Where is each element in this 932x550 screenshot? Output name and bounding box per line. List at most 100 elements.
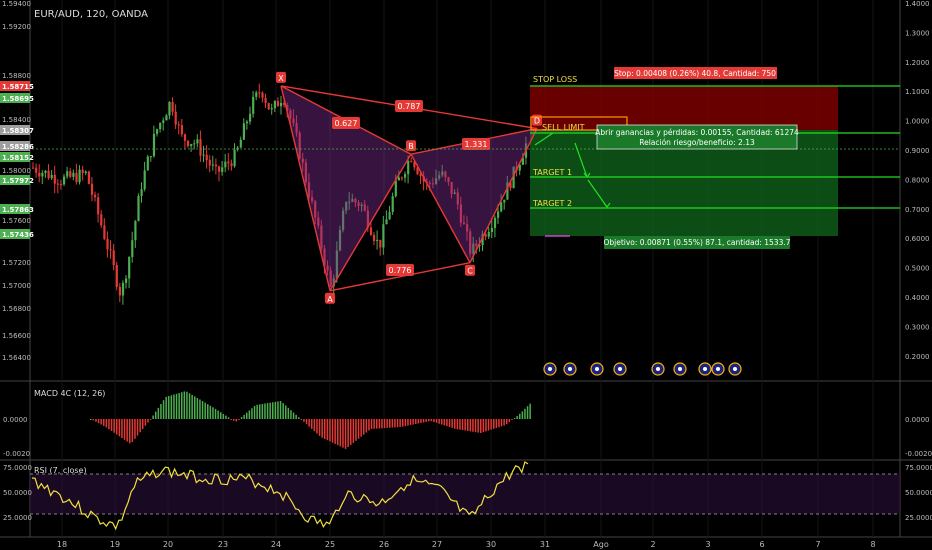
pattern-ratio-label: 0.627 — [335, 119, 358, 128]
macd-bar — [175, 393, 178, 419]
price-tag-label: 1.58286 — [2, 143, 34, 151]
macd-bar — [300, 419, 303, 420]
macd-bar — [261, 403, 264, 419]
macd-bar — [188, 393, 191, 419]
pnl-info-box: Abrir ganancias y pérdidas: 0.00155, Can… — [595, 124, 799, 150]
price-tag: 1.57436 — [0, 229, 34, 239]
right-tick-label: 1.0000 — [905, 118, 930, 126]
price-tag: 1.58695 — [0, 93, 34, 103]
macd-bar — [357, 419, 360, 439]
macd-bar — [503, 419, 505, 426]
macd-bar — [370, 419, 373, 429]
macd-bar — [303, 419, 305, 422]
price-tag: 1.57972 — [0, 175, 34, 185]
time-tick-label: 7 — [815, 540, 820, 549]
trading-chart[interactable]: X A B C D 0.627 0.787 1.331 0.776 STOP LOSS SELL … — [0, 0, 932, 550]
pattern-point-x[interactable]: X — [276, 71, 286, 83]
pattern-point-a[interactable]: A — [325, 292, 335, 304]
macd-bar — [376, 419, 378, 429]
event-flag-icon[interactable] — [711, 362, 725, 376]
macd-bar — [264, 403, 266, 419]
macd-bar — [467, 419, 469, 431]
event-flag-icon[interactable] — [673, 362, 687, 376]
event-flag-icon[interactable] — [563, 362, 577, 376]
macd-tick: -0.0020 — [3, 450, 30, 458]
left-tick-label: 1.57600 — [2, 217, 31, 225]
macd-bar — [498, 419, 500, 428]
time-tick-label: 18 — [57, 540, 67, 549]
time-tick-label: 26 — [379, 540, 389, 549]
macd-bar — [464, 419, 466, 431]
time-tick-label: 27 — [432, 540, 442, 549]
macd-bar — [485, 419, 487, 432]
macd-bar — [383, 419, 386, 429]
macd-bar — [178, 392, 180, 419]
macd-bar — [373, 419, 375, 429]
macd-bar — [168, 396, 170, 419]
event-flag-icon[interactable] — [698, 362, 712, 376]
price-tag-label: 1.57436 — [2, 231, 34, 239]
event-flag-icon[interactable] — [651, 362, 665, 376]
macd-label: MACD 4C (12, 26) — [34, 389, 105, 398]
macd-bar — [149, 419, 152, 420]
price-tag: 1.58286 — [0, 141, 34, 151]
macd-bar — [212, 407, 214, 419]
right-tick-label: 1.2000 — [905, 59, 930, 67]
price-tag-label: 1.57863 — [2, 206, 34, 214]
macd-bar — [500, 419, 503, 427]
macd-bar — [220, 412, 222, 419]
left-tick-label: 1.56400 — [2, 354, 31, 362]
macd-bar — [433, 419, 435, 423]
macd-bar — [131, 419, 134, 442]
time-tick-label: 2 — [650, 540, 655, 549]
macd-bar — [230, 419, 232, 420]
macd-bar — [116, 419, 118, 435]
macd-bar — [123, 419, 126, 440]
macd-bar — [90, 419, 92, 420]
macd-bar — [227, 417, 230, 419]
event-flag-icon[interactable] — [613, 362, 627, 376]
macd-bar — [274, 401, 277, 419]
macd-bar — [152, 415, 154, 419]
right-tick-label: 0.3000 — [905, 323, 930, 331]
pattern-point-b[interactable]: B — [406, 140, 416, 152]
macd-bar — [511, 419, 513, 421]
pattern-point-d[interactable]: D — [532, 114, 542, 126]
macd-bar — [272, 402, 274, 419]
macd-bar — [529, 403, 531, 419]
macd-bar — [155, 411, 157, 419]
macd-bar — [506, 419, 508, 425]
macd-bar — [394, 419, 396, 428]
macd-bar — [477, 419, 479, 433]
macd-bar — [415, 419, 417, 424]
candle — [115, 261, 118, 291]
macd-bar — [251, 408, 253, 419]
macd-bar — [469, 419, 472, 432]
macd-bar — [521, 411, 524, 419]
right-tick-label: 0.9000 — [905, 147, 930, 155]
macd-bar — [292, 412, 295, 419]
macd-bar — [165, 396, 167, 419]
left-tick-label: 1.59400 — [2, 0, 31, 8]
macd-bar — [97, 419, 100, 424]
event-flag-icon[interactable] — [728, 362, 742, 376]
pattern-point-label: C — [467, 267, 473, 276]
macd-bar — [360, 419, 362, 437]
macd-bar — [321, 419, 323, 438]
macd-bar — [233, 419, 235, 421]
event-flag-icon[interactable] — [543, 362, 557, 376]
right-tick-label: 0.7000 — [905, 206, 930, 214]
left-tick-label: 1.57200 — [2, 259, 31, 267]
right-tick-label: 0.5000 — [905, 265, 930, 273]
macd-bar — [331, 419, 334, 443]
event-flag-icon[interactable] — [590, 362, 604, 376]
macd-bar — [248, 410, 251, 419]
macd-bar — [144, 419, 147, 426]
price-tag-label: 1.57972 — [2, 177, 34, 185]
macd-bar — [350, 419, 352, 445]
pattern-point-c[interactable]: C — [465, 264, 475, 276]
candle — [87, 170, 90, 185]
macd-bar — [110, 419, 113, 431]
macd-bar — [381, 419, 383, 429]
macd-bar — [240, 417, 243, 419]
